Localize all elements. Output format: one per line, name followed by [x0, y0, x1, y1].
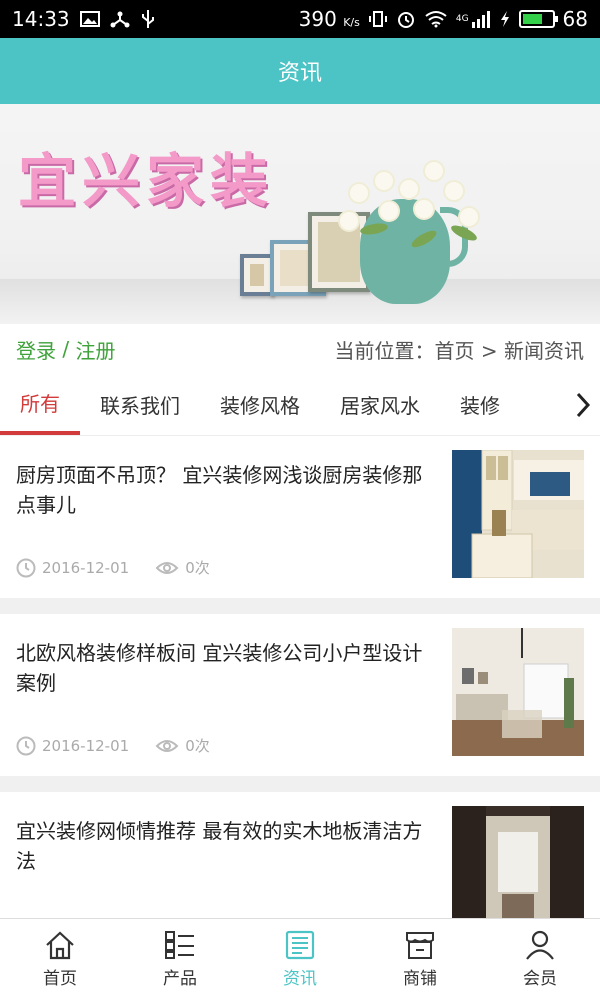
- tab-decoration[interactable]: 装修: [440, 374, 520, 435]
- tab-home-fengshui[interactable]: 居家风水: [320, 374, 440, 435]
- signal-icon: 4G: [456, 10, 491, 28]
- bottom-nav: 首页 产品 资讯 商铺 会员: [0, 918, 600, 1000]
- news-views: 0次: [185, 559, 210, 577]
- tab-all[interactable]: 所有: [0, 374, 80, 435]
- vibrate-icon: [368, 10, 388, 28]
- charging-icon: [499, 10, 511, 28]
- breadcrumb-arrow: >: [474, 338, 504, 363]
- news-title: 厨房顶面不吊顶？ 宜兴装修网浅谈厨房装修那点事儿: [16, 463, 423, 517]
- news-item[interactable]: 北欧风格装修样板间 宜兴装修公司小户型设计案例 2016-12-01 0次: [0, 614, 600, 792]
- tab-scroll-right-button[interactable]: [566, 374, 600, 435]
- nav-label: 产品: [163, 969, 197, 989]
- chevron-right-icon: [576, 392, 591, 417]
- news-views: 0次: [185, 737, 210, 755]
- register-link[interactable]: 注册: [75, 335, 115, 364]
- share-icon: [110, 10, 130, 28]
- clock-icon: [16, 736, 36, 755]
- nav-label: 资讯: [283, 969, 317, 989]
- news-thumbnail-kitchen: [452, 450, 584, 578]
- news-list: 厨房顶面不吊顶？ 宜兴装修网浅谈厨房装修那点事儿 2016-12-01 0次 北…: [0, 436, 600, 970]
- news-title: 宜兴装修网倾情推荐 最有效的实木地板清洁方法: [16, 819, 423, 873]
- status-bar: 14:33 390 K/s 4G 68: [0, 0, 600, 38]
- tab-contact-us[interactable]: 联系我们: [80, 374, 200, 435]
- news-meta: 2016-12-01 0次: [16, 557, 442, 578]
- news-icon: [285, 930, 315, 960]
- news-meta: 2016-12-01 0次: [16, 735, 442, 756]
- alarm-icon: [396, 9, 416, 29]
- login-separator: /: [56, 337, 76, 361]
- banner-vase: [360, 199, 468, 304]
- nav-label: 首页: [43, 969, 77, 989]
- banner[interactable]: 宜兴家装: [0, 104, 600, 324]
- banner-title: 宜兴家装: [18, 147, 275, 215]
- usb-icon: [140, 9, 156, 29]
- banner-frame-small: [240, 254, 274, 296]
- battery-icon: [518, 10, 558, 28]
- eye-icon: [155, 561, 179, 574]
- nav-shop[interactable]: 商铺: [360, 919, 480, 1000]
- news-item[interactable]: 厨房顶面不吊顶？ 宜兴装修网浅谈厨房装修那点事儿 2016-12-01 0次: [0, 436, 600, 614]
- nav-member[interactable]: 会员: [480, 919, 600, 1000]
- image-icon: [79, 11, 100, 27]
- shop-icon: [406, 932, 434, 959]
- eye-icon: [155, 739, 179, 752]
- breadcrumb-prefix: 当前位置：: [334, 338, 435, 363]
- news-date: 2016-12-01: [42, 736, 130, 755]
- news-thumbnail-living-room: [452, 628, 584, 756]
- breadcrumb-current: 新闻资讯: [504, 338, 584, 363]
- tab-decoration-style[interactable]: 装修风格: [200, 374, 320, 435]
- login-link[interactable]: 登录: [16, 335, 56, 364]
- news-thumbnail-hallway: [452, 806, 584, 934]
- breadcrumb: 当前位置：首页 > 新闻资讯: [335, 335, 584, 364]
- breadcrumb-home[interactable]: 首页: [435, 339, 475, 363]
- clock-icon: [16, 558, 36, 577]
- user-icon: [526, 930, 554, 960]
- category-tabs: 所有 联系我们 装修风格 居家风水 装修: [0, 374, 600, 436]
- nav-products[interactable]: 产品: [120, 919, 240, 1000]
- nav-label: 会员: [523, 969, 557, 989]
- title-bar: 资讯: [0, 38, 600, 104]
- login-breadcrumb-row: 登录 / 注册 当前位置：首页 > 新闻资讯: [0, 324, 600, 374]
- battery-percent: 68: [562, 7, 588, 31]
- nav-news[interactable]: 资讯: [240, 919, 360, 1000]
- network-speed: 390 K/s: [298, 7, 360, 31]
- wifi-icon: [424, 10, 448, 28]
- list-icon: [165, 931, 194, 959]
- news-title: 北欧风格装修样板间 宜兴装修公司小户型设计案例: [16, 641, 423, 695]
- news-date: 2016-12-01: [42, 558, 130, 577]
- home-icon: [46, 931, 74, 960]
- page-title: 资讯: [277, 61, 322, 86]
- nav-label: 商铺: [403, 969, 437, 989]
- nav-home[interactable]: 首页: [0, 919, 120, 1000]
- clock: 14:33: [12, 7, 70, 31]
